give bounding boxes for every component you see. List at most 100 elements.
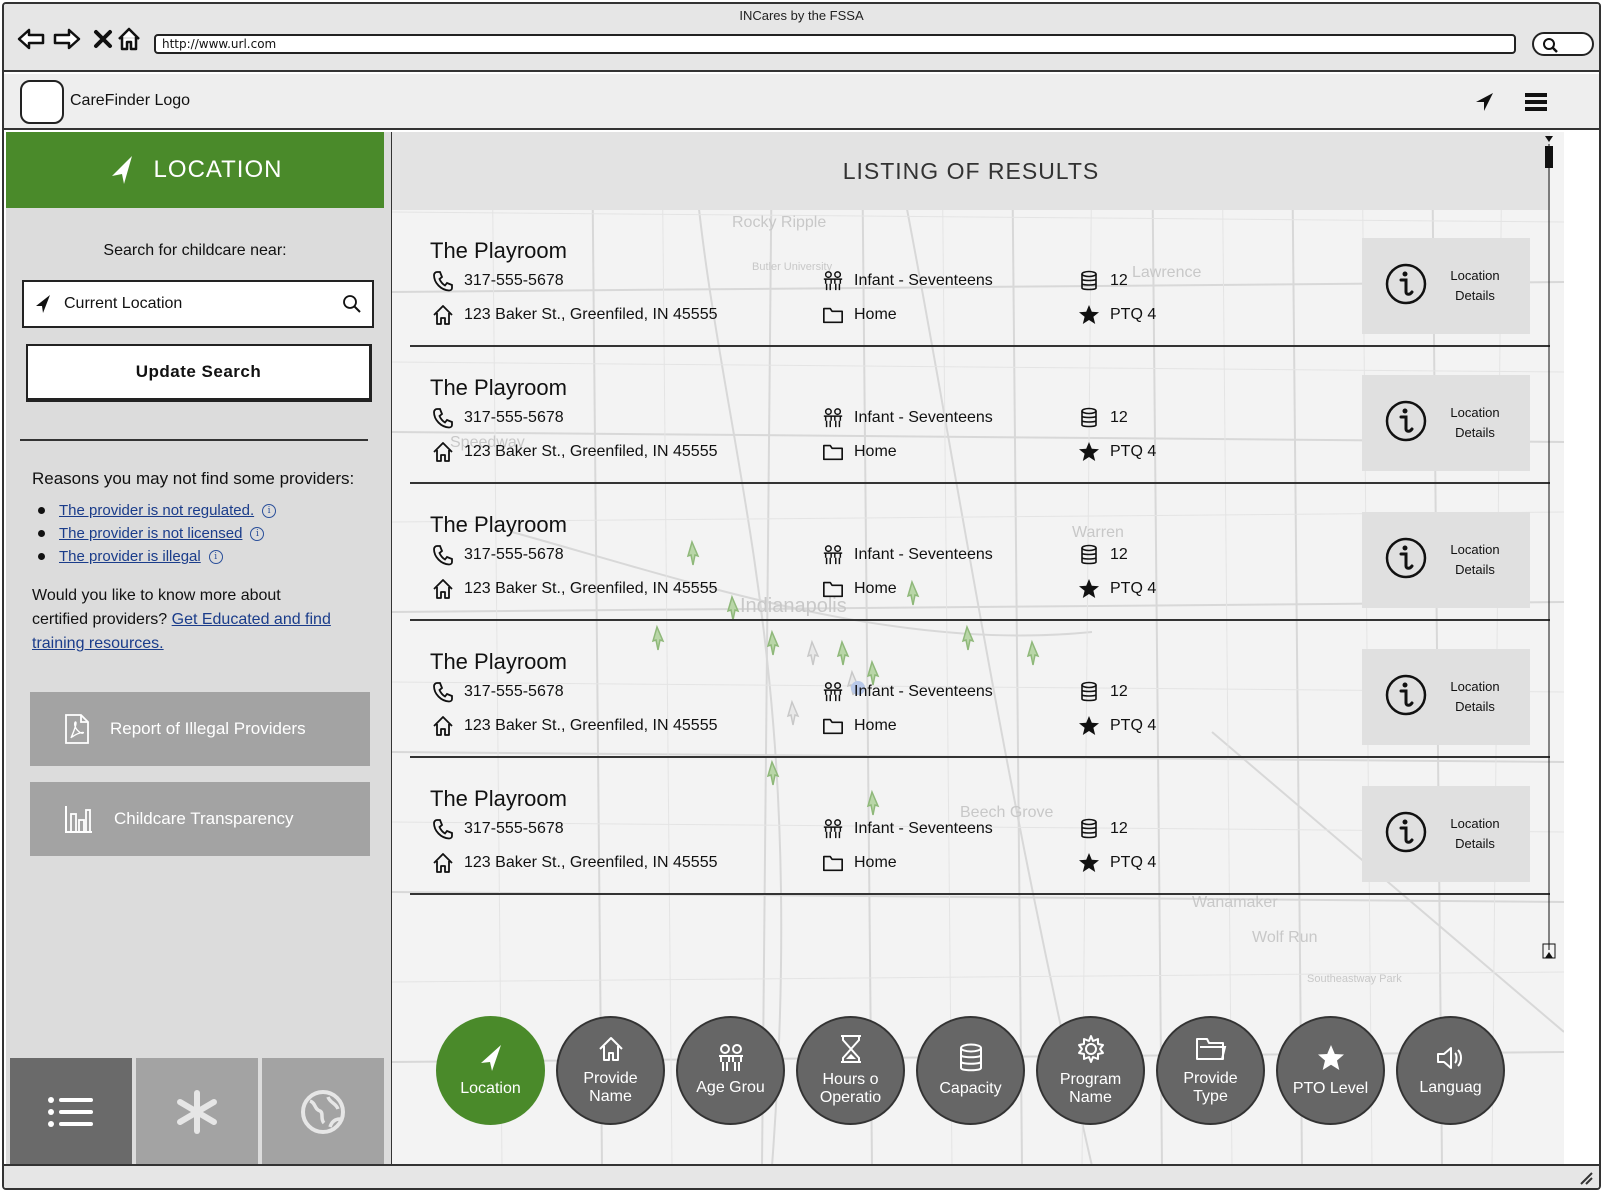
provider-name[interactable]: The Playroom <box>430 238 567 264</box>
age-row: Infant - Seventeens <box>822 407 993 429</box>
details-label-line-2: Details <box>1455 288 1495 303</box>
tab-list-view[interactable] <box>10 1058 132 1166</box>
address-row: 123 Baker St., Greenfiled, IN 45555 <box>432 852 717 874</box>
database-icon <box>958 1043 984 1078</box>
back-icon[interactable] <box>16 24 46 54</box>
database-icon <box>1078 544 1100 566</box>
result-card[interactable]: The Playroom 317-555-5678 123 Baker St.,… <box>410 621 1550 758</box>
folder-icon <box>822 304 844 326</box>
details-label-line-2: Details <box>1455 562 1495 577</box>
browser-search-field[interactable] <box>1532 32 1594 56</box>
hamburger-menu-icon[interactable] <box>1522 88 1550 116</box>
children-icon <box>822 681 844 703</box>
learn-more-text: Would you like to know more about certif… <box>32 584 332 656</box>
provider-capacity: 12 <box>1110 272 1128 289</box>
filter-label: Languag <box>1419 1079 1482 1096</box>
capacity-row: 12 <box>1078 407 1128 429</box>
provider-phone[interactable]: 317-555-5678 <box>464 683 564 701</box>
update-search-button[interactable]: Update Search <box>26 344 372 402</box>
location-details-button[interactable]: Location Details <box>1362 512 1530 608</box>
filter-button-provide-name[interactable]: Provide Name <box>556 1016 665 1125</box>
filter-button-languag[interactable]: Languag <box>1396 1016 1505 1125</box>
children-icon <box>716 1044 746 1077</box>
home-icon <box>432 715 454 737</box>
home-icon <box>597 1035 625 1068</box>
phone-icon <box>432 270 454 292</box>
url-input[interactable]: http://www.url.com <box>154 34 1516 54</box>
info-icon[interactable]: i <box>262 503 277 518</box>
reason-link-not-licensed[interactable]: The provider is not licensed <box>59 525 242 542</box>
star-icon <box>1078 304 1100 326</box>
filter-button-capacity[interactable]: Capacity <box>916 1016 1025 1125</box>
provider-type: Home <box>854 854 897 871</box>
location-details-button[interactable]: Location Details <box>1362 238 1530 334</box>
provider-capacity: 12 <box>1110 683 1128 700</box>
address-row: 123 Baker St., Greenfiled, IN 45555 <box>432 304 717 326</box>
home-icon[interactable] <box>114 24 144 54</box>
age-row: Infant - Seventeens <box>822 544 993 566</box>
filter-button-pto-level[interactable]: PTO Level <box>1276 1016 1385 1125</box>
hourglass-icon <box>838 1034 864 1069</box>
result-card[interactable]: The Playroom 317-555-5678 123 Baker St.,… <box>410 347 1550 484</box>
provider-name[interactable]: The Playroom <box>430 649 567 675</box>
filter-button-age-grou[interactable]: Age Grou <box>676 1016 785 1125</box>
type-row: Home <box>822 304 897 326</box>
location-heading: LOCATION <box>153 156 283 183</box>
logo-placeholder[interactable] <box>20 80 64 124</box>
provider-type: Home <box>854 580 897 597</box>
report-button-label: Report of Illegal Providers <box>110 719 306 738</box>
info-icon <box>1384 536 1428 585</box>
info-icon[interactable]: i <box>250 526 265 541</box>
capacity-row: 12 <box>1078 681 1128 703</box>
results-scrollbar[interactable] <box>1542 134 1556 960</box>
ptq-row: PTQ 4 <box>1078 715 1156 737</box>
reason-link-not-regulated[interactable]: The provider is not regulated. <box>59 502 254 519</box>
provider-address: 123 Baker St., Greenfiled, IN 45555 <box>464 580 718 597</box>
provider-phone[interactable]: 317-555-5678 <box>464 272 564 290</box>
reason-link-illegal[interactable]: The provider is illegal <box>59 548 201 565</box>
folder-icon <box>822 852 844 874</box>
provider-phone[interactable]: 317-555-5678 <box>464 409 564 427</box>
result-card[interactable]: The Playroom 317-555-5678 123 Baker St.,… <box>410 484 1550 621</box>
childcare-transparency-button[interactable]: Childcare Transparency <box>30 782 370 856</box>
search-icon[interactable] <box>342 294 362 314</box>
star-icon <box>1316 1043 1346 1078</box>
filter-label: PTO Level <box>1292 1080 1369 1097</box>
filter-button-program-name[interactable]: Program Name <box>1036 1016 1145 1125</box>
forward-icon[interactable] <box>52 24 82 54</box>
provider-name[interactable]: The Playroom <box>430 375 567 401</box>
location-arrow-icon <box>111 156 132 184</box>
provider-capacity: 12 <box>1110 409 1128 426</box>
report-illegal-providers-button[interactable]: Report of Illegal Providers <box>30 692 370 766</box>
phone-row: 317-555-5678 <box>432 544 564 566</box>
location-arrow-icon <box>477 1043 505 1078</box>
filter-button-provide-type[interactable]: Provide Type <box>1156 1016 1265 1125</box>
filter-button-hours-o-operatio[interactable]: Hours o Operatio <box>796 1016 905 1125</box>
provider-capacity: 12 <box>1110 546 1128 563</box>
provider-name[interactable]: The Playroom <box>430 786 567 812</box>
home-icon <box>432 578 454 600</box>
provider-phone[interactable]: 317-555-5678 <box>464 546 564 564</box>
provider-ptq-level: PTQ 4 <box>1110 580 1157 597</box>
resize-grip-icon[interactable] <box>1577 1169 1593 1185</box>
location-details-button[interactable]: Location Details <box>1362 649 1530 745</box>
location-arrow-icon[interactable] <box>1470 88 1498 116</box>
capacity-row: 12 <box>1078 270 1128 292</box>
filter-button-location[interactable]: Location <box>436 1016 545 1125</box>
provider-ptq-level: PTQ 4 <box>1110 443 1157 460</box>
result-card[interactable]: The Playroom 317-555-5678 123 Baker St.,… <box>410 210 1550 347</box>
location-details-button[interactable]: Location Details <box>1362 786 1530 882</box>
tab-map-view[interactable] <box>262 1058 384 1166</box>
provider-phone[interactable]: 317-555-5678 <box>464 820 564 838</box>
provider-name[interactable]: The Playroom <box>430 512 567 538</box>
tab-favorites[interactable] <box>136 1058 258 1166</box>
asterisk-icon <box>177 1090 217 1134</box>
location-search-input[interactable]: Current Location <box>22 280 374 328</box>
location-details-button[interactable]: Location Details <box>1362 375 1530 471</box>
provider-age-group: Infant - Seventeens <box>854 272 993 289</box>
info-icon[interactable]: i <box>208 549 223 564</box>
phone-row: 317-555-5678 <box>432 407 564 429</box>
result-card[interactable]: The Playroom 317-555-5678 123 Baker St.,… <box>410 758 1550 895</box>
search-icon <box>1543 38 1558 53</box>
home-icon <box>432 304 454 326</box>
